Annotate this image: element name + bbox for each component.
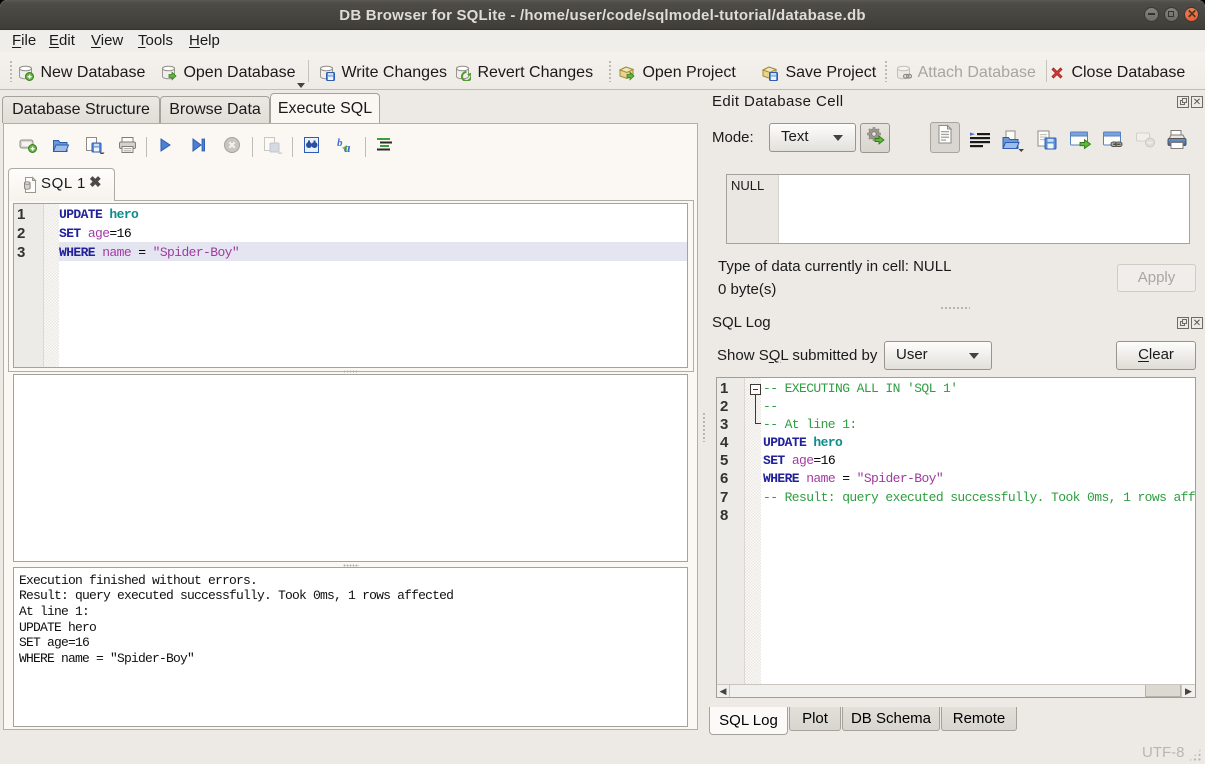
svg-text:b: b: [337, 137, 343, 149]
